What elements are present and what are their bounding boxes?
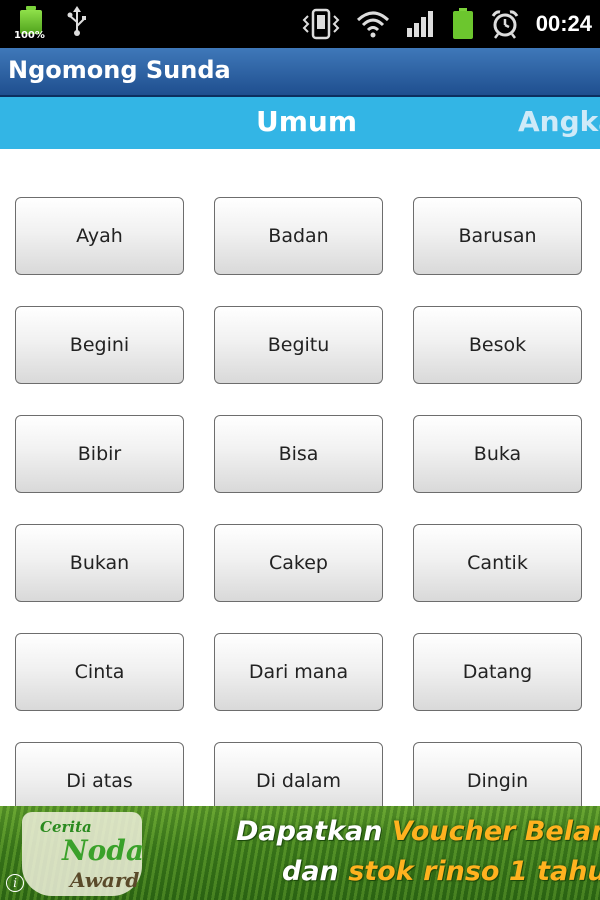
status-right: 00:24 bbox=[302, 6, 592, 42]
title-bar: Ngomong Sunda bbox=[0, 48, 600, 97]
word-button[interactable]: Barusan bbox=[413, 197, 582, 275]
status-bar: 100% 00:24 bbox=[0, 0, 600, 48]
status-left: 100% bbox=[14, 6, 88, 41]
ad-headline: Dapatkan Voucher Belanja bbox=[236, 816, 600, 847]
word-button[interactable]: Datang bbox=[413, 633, 582, 711]
app-title: Ngomong Sunda bbox=[8, 56, 231, 84]
tab-angka[interactable]: Angka bbox=[518, 105, 600, 138]
word-button[interactable]: Cantik bbox=[413, 524, 582, 602]
ad-logo-line2: Noda bbox=[62, 834, 144, 867]
word-button[interactable]: Cakep bbox=[214, 524, 383, 602]
wifi-icon bbox=[356, 11, 389, 38]
word-grid: Ayah Badan Barusan Begini Begitu Besok B… bbox=[15, 197, 585, 820]
ad-logo: Cerita Noda Award bbox=[12, 812, 162, 896]
word-button[interactable]: Bisa bbox=[214, 415, 383, 493]
word-button[interactable]: Ayah bbox=[15, 197, 184, 275]
usb-icon bbox=[67, 6, 86, 36]
tab-umum[interactable]: Umum bbox=[256, 105, 357, 138]
alarm-icon bbox=[491, 10, 519, 39]
signal-icon bbox=[406, 11, 433, 37]
word-button[interactable]: Buka bbox=[413, 415, 582, 493]
ad-banner[interactable]: Cerita Noda Award i Dapatkan Voucher Bel… bbox=[0, 806, 600, 900]
word-button[interactable]: Bibir bbox=[15, 415, 184, 493]
battery-icon bbox=[452, 8, 473, 39]
word-button[interactable]: Begini bbox=[15, 306, 184, 384]
ad-subline: dan stok rinso 1 tahun* bbox=[282, 856, 600, 887]
word-button[interactable]: Badan bbox=[214, 197, 383, 275]
word-button[interactable]: Begitu bbox=[214, 306, 383, 384]
word-button[interactable]: Cinta bbox=[15, 633, 184, 711]
tab-strip: Umum Angka bbox=[0, 97, 600, 149]
ad-logo-line3: Award bbox=[70, 868, 140, 892]
battery-percent-label: 100% bbox=[14, 30, 45, 41]
battery-icon: 100% bbox=[14, 6, 45, 41]
word-button[interactable]: Dari mana bbox=[214, 633, 383, 711]
vibrate-icon bbox=[302, 8, 340, 40]
word-button[interactable]: Besok bbox=[413, 306, 582, 384]
word-button[interactable]: Bukan bbox=[15, 524, 184, 602]
info-icon[interactable]: i bbox=[6, 874, 24, 892]
clock: 00:24 bbox=[535, 11, 592, 36]
